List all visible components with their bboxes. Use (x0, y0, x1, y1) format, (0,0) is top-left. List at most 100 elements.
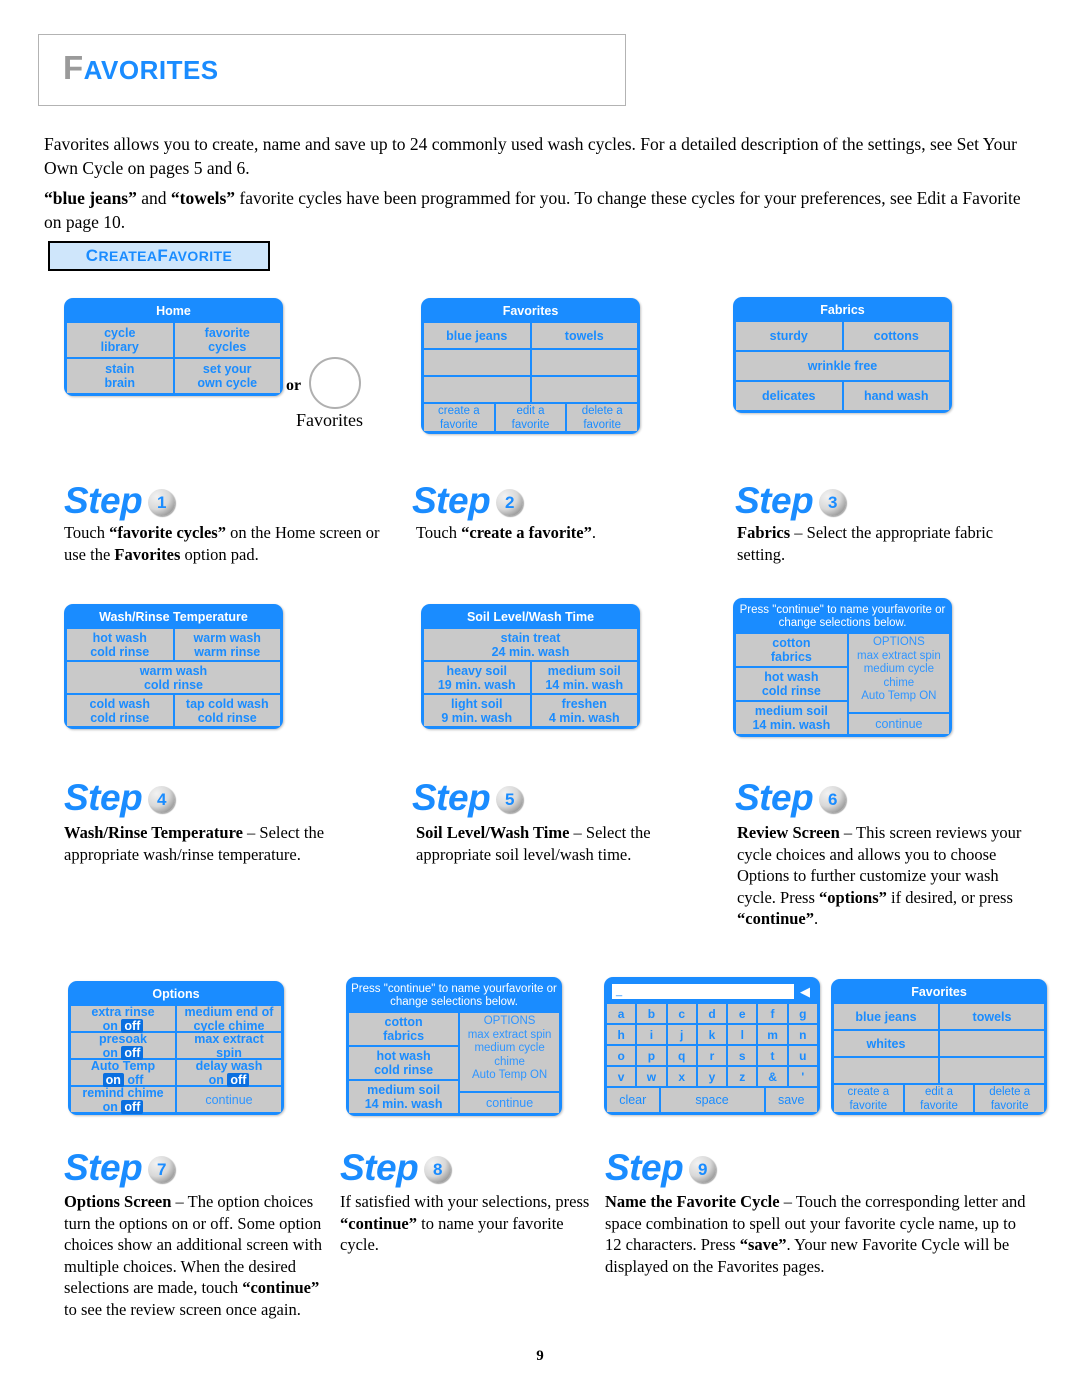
options-cell-auto-temp[interactable]: Auto Temp on off (71, 1059, 175, 1087)
key-k[interactable]: k (697, 1025, 727, 1044)
options-cell-continue[interactable]: continue (177, 1087, 281, 1112)
favorites-cell-blue-jeans[interactable]: blue jeans (424, 323, 530, 348)
key-c[interactable]: c (667, 1004, 696, 1023)
favorites-cell-empty-4[interactable] (531, 377, 637, 402)
fabrics-cell-hand-wash[interactable]: hand wash (843, 382, 949, 410)
key-o[interactable]: o (607, 1046, 636, 1065)
review-continue-button-1[interactable]: continue (848, 714, 949, 734)
key-y[interactable]: y (697, 1067, 727, 1086)
options-cell-medium-end-of-cycle-chime[interactable]: medium end of cycle chime (177, 1005, 281, 1033)
favorites2-nav-edit-a-favorite[interactable]: edit a favorite (904, 1085, 974, 1112)
key-i[interactable]: i (637, 1025, 666, 1044)
favorites-cell-empty-2[interactable] (531, 350, 637, 375)
favorites-cell-empty-3[interactable] (424, 377, 530, 402)
key-b[interactable]: b (637, 1004, 666, 1023)
review-cell-cotton-fabrics-2[interactable]: cotton fabrics (349, 1013, 459, 1045)
home-cell-cycle-library[interactable]: cycle library (67, 323, 173, 357)
key-j[interactable]: j (667, 1025, 696, 1044)
favorites2-cell-empty-3[interactable] (940, 1058, 1044, 1083)
wr-cell-warm-wash-warm-rinse[interactable]: warm wash warm rinse (174, 629, 280, 660)
name-input-display[interactable]: _ (612, 984, 794, 999)
key-h[interactable]: h (607, 1025, 636, 1044)
key-l[interactable]: l (728, 1025, 757, 1044)
wr-cell-hot-wash-cold-rinse[interactable]: hot wash cold rinse (67, 629, 173, 660)
favorites-nav-edit-a-favorite[interactable]: edit a favorite (495, 404, 566, 431)
wr-cell-tap-cold-wash-cold-rinse[interactable]: tap cold wash cold rinse (174, 695, 280, 726)
soil-cell-light-soil[interactable]: light soil 9 min. wash (424, 695, 530, 726)
fabrics-cell-cottons[interactable]: cottons (843, 322, 949, 350)
panel-home-screen[interactable]: Home cycle library favorite cycles stain br… (64, 298, 283, 396)
favorites2-cell-towels[interactable]: towels (940, 1004, 1044, 1029)
key-m[interactable]: m (758, 1025, 787, 1044)
option-toggle[interactable]: on off (209, 1072, 250, 1087)
option-toggle[interactable]: on off (102, 1072, 143, 1087)
options-cell-max-extract-spin[interactable]: max extract spin (177, 1032, 281, 1060)
home-cell-stain-brain[interactable]: stain brain (67, 359, 173, 393)
key-a[interactable]: a (607, 1004, 636, 1023)
panel-review-screen-2[interactable]: Press "continue" to name yourfavorite or… (346, 977, 562, 1116)
favorites2-cell-empty-2[interactable] (834, 1058, 938, 1083)
soil-cell-heavy-soil[interactable]: heavy soil 19 min. wash (424, 662, 530, 693)
key-d[interactable]: d (697, 1004, 727, 1023)
panel-options-screen[interactable]: Options extra rinse on off medium end of… (68, 981, 284, 1115)
key-space[interactable]: space (660, 1088, 764, 1112)
key-q[interactable]: q (667, 1046, 696, 1065)
options-cell-remind-chime[interactable]: remind chime on off (71, 1086, 175, 1114)
panel-review-screen-1[interactable]: Press "continue" to name yourfavorite or… (733, 598, 952, 737)
panel-fabrics-screen[interactable]: Fabrics sturdy cottons wrinkle free deli… (733, 297, 952, 413)
fabrics-cell-sturdy[interactable]: sturdy (736, 322, 842, 350)
backspace-arrow-icon[interactable]: ◀ (798, 985, 812, 999)
wr-cell-cold-wash-cold-rinse[interactable]: cold wash cold rinse (67, 695, 173, 726)
review-cell-hot-wash-cold-rinse-1[interactable]: hot wash cold rinse (736, 668, 847, 700)
option-toggle[interactable]: on off (103, 1018, 144, 1033)
key-z[interactable]: z (728, 1067, 757, 1086)
key-apostrophe[interactable]: ' (788, 1067, 817, 1086)
option-toggle[interactable]: on off (103, 1045, 144, 1060)
key-p[interactable]: p (637, 1046, 666, 1065)
favorites-nav-create-a-favorite[interactable]: create a favorite (424, 404, 494, 431)
key-t[interactable]: t (758, 1046, 787, 1065)
fabrics-cell-delicates[interactable]: delicates (736, 382, 842, 410)
review-cell-medium-soil-1[interactable]: medium soil 14 min. wash (736, 702, 847, 734)
circle-button-icon[interactable] (309, 357, 361, 409)
favorites2-cell-whites[interactable]: whites (834, 1031, 938, 1056)
key-ampersand[interactable]: & (758, 1067, 787, 1086)
key-r[interactable]: r (697, 1046, 727, 1065)
panel-soil-level-wash-time[interactable]: Soil Level/Wash Time stain treat 24 min. … (421, 604, 640, 729)
options-cell-delay-wash[interactable]: delay wash on off (177, 1059, 281, 1087)
favorites2-nav-create-a-favorite[interactable]: create a favorite (834, 1085, 903, 1112)
soil-cell-freshen[interactable]: freshen 4 min. wash (531, 695, 637, 726)
key-f[interactable]: f (758, 1004, 787, 1023)
panel-keyboard-screen[interactable]: _ ◀ a b c d e f g h i j k l m n o p q r … (604, 977, 820, 1115)
key-n[interactable]: n (788, 1025, 817, 1044)
soil-cell-medium-soil[interactable]: medium soil 14 min. wash (531, 662, 637, 693)
soil-cell-stain-treat[interactable]: stain treat 24 min. wash (424, 629, 637, 660)
favorites2-cell-empty-1[interactable] (940, 1031, 1044, 1056)
review-continue-button-2[interactable]: continue (460, 1093, 559, 1113)
favorites2-nav-delete-a-favorite[interactable]: delete a favorite (975, 1085, 1045, 1112)
panel-favorites-screen[interactable]: Favorites blue jeans towels create a favo… (421, 298, 640, 434)
review-cell-medium-soil-2[interactable]: medium soil 14 min. wash (349, 1081, 459, 1113)
key-clear[interactable]: clear (607, 1088, 659, 1112)
key-s[interactable]: s (728, 1046, 757, 1065)
key-g[interactable]: g (788, 1004, 817, 1023)
options-cell-presoak[interactable]: presoak on off (71, 1032, 175, 1060)
favorites-cell-towels[interactable]: towels (531, 323, 637, 348)
options-cell-extra-rinse[interactable]: extra rinse on off (71, 1005, 175, 1033)
review-cell-cotton-fabrics-1[interactable]: cotton fabrics (736, 634, 847, 666)
favorites-nav-delete-a-favorite[interactable]: delete a favorite (567, 404, 638, 431)
panel-wash-rinse-temperature[interactable]: Wash/Rinse Temperature hot wash cold rins… (64, 604, 283, 729)
favorites-cell-empty-1[interactable] (424, 350, 530, 375)
home-cell-set-your-own-cycle[interactable]: set your own cycle (174, 359, 280, 393)
panel-favorites-screen-2[interactable]: Favorites blue jeans towels whites creat… (831, 979, 1047, 1115)
key-u[interactable]: u (788, 1046, 817, 1065)
key-x[interactable]: x (667, 1067, 696, 1086)
home-cell-favorite-cycles[interactable]: favorite cycles (174, 323, 280, 357)
review-cell-hot-wash-cold-rinse-2[interactable]: hot wash cold rinse (349, 1047, 459, 1079)
option-toggle[interactable]: on off (103, 1099, 144, 1114)
key-save[interactable]: save (765, 1088, 817, 1112)
key-w[interactable]: w (637, 1067, 666, 1086)
review-options-summary-2[interactable]: OPTIONS max extract spin medium cycle ch… (460, 1013, 559, 1091)
key-e[interactable]: e (728, 1004, 757, 1023)
favorites2-cell-blue-jeans[interactable]: blue jeans (834, 1004, 938, 1029)
